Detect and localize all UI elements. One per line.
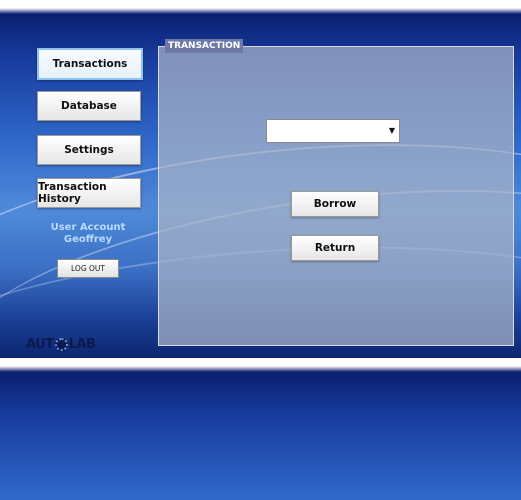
sidebar-item-database[interactable]: Database [37,91,141,121]
borrow-button[interactable]: Borrow [291,191,379,217]
sidebar-item-transactions[interactable]: Transactions [37,48,143,80]
return-button[interactable]: Return [291,235,379,261]
sidebar-item-settings[interactable]: Settings [37,135,141,165]
logout-button[interactable]: LOG OUT [57,259,119,278]
logo-text-right: LAB [68,337,96,352]
user-name: Geoffrey [63,234,113,245]
user-account-label: User Account [50,222,126,233]
dropdown-arrow-icon: ▼ [388,126,395,135]
autolab-logo: AUT LAB [26,337,96,352]
transaction-dropdown[interactable]: ▼ [266,119,400,143]
panel-title: TRANSACTION [165,39,244,53]
gear-icon [54,338,68,351]
sidebar-item-transaction-history[interactable]: Transaction History [37,178,141,208]
logo-text-left: AUT [26,337,54,352]
